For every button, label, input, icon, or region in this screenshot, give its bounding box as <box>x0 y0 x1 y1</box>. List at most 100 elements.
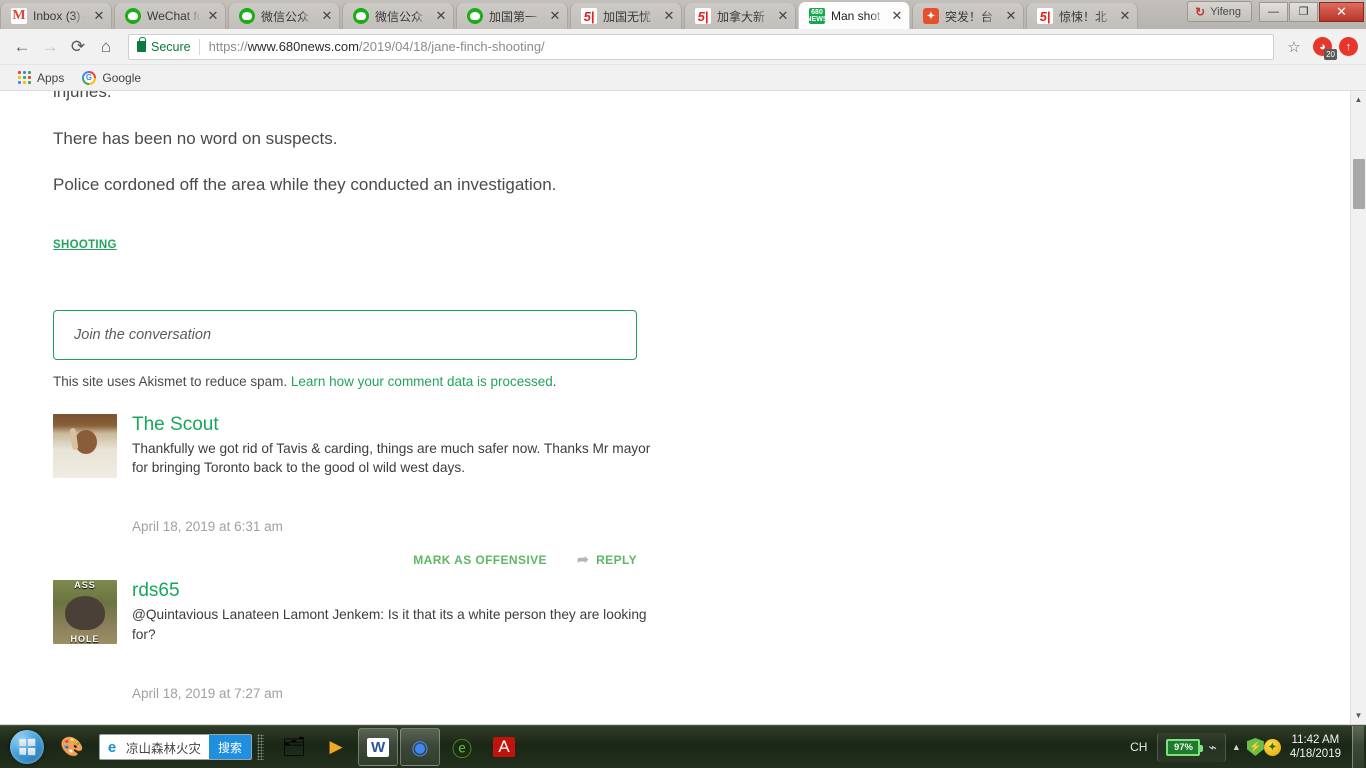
browser-tab-5[interactable]: 加国第一 ✕ <box>456 3 568 29</box>
comment-text: @Quintavious Lanateen Lamont Jenkem: Is … <box>132 607 647 642</box>
comment-body: rds65 @Quintavious Lanateen Lamont Jenke… <box>132 580 653 701</box>
extension-icon-2[interactable]: ↑ <box>1339 37 1358 56</box>
tray-circle-icon[interactable]: ✦ <box>1263 738 1281 756</box>
omnibox-divider <box>198 38 200 55</box>
browser-tab-3[interactable]: 微信公众 ✕ <box>228 3 340 29</box>
show-hidden-icons-button[interactable]: ▲ <box>1226 742 1247 752</box>
tab-close-icon[interactable]: ✕ <box>775 8 791 24</box>
browser-tab-10[interactable]: 5| 惊悚！北 ✕ <box>1026 3 1138 29</box>
acrobat-icon: A <box>493 737 515 757</box>
comment-text: Thankfully we got rid of Tavis & carding… <box>132 440 651 475</box>
article-paragraph-2: There has been no word on suspects. <box>53 128 338 148</box>
avatar <box>53 413 117 478</box>
taskbar-item-chrome[interactable]: ◉ <box>400 728 441 766</box>
taskbar-item-media-player[interactable]: ▶ <box>316 728 356 766</box>
article-paragraph-1: injuries. <box>53 91 112 101</box>
51-icon: 5| <box>581 8 597 24</box>
user-profile-chip[interactable]: ↻ Yifeng <box>1187 1 1252 22</box>
tab-close-icon[interactable]: ✕ <box>661 8 677 24</box>
security-shield-icon[interactable]: ⚡ <box>1246 738 1264 756</box>
tab-close-icon[interactable]: ✕ <box>1117 8 1133 24</box>
tab-close-icon[interactable]: ✕ <box>547 8 563 24</box>
browser-tab-2[interactable]: WeChat fo ✕ <box>114 3 226 29</box>
comment-author[interactable]: The Scout <box>132 414 653 436</box>
start-button[interactable] <box>3 727 51 767</box>
taskbar-item-word[interactable]: W <box>358 728 399 766</box>
ie-search-query: 凉山森林火灾 <box>126 741 202 756</box>
extension-icon-1[interactable]: ◕ 20 <box>1313 37 1337 60</box>
taskbar-item-sound-mixer[interactable]: 🎨 <box>52 728 92 766</box>
reload-button[interactable]: ⟳ <box>64 33 92 61</box>
taskbar-item-file-explorer[interactable]: 🗂 <box>274 728 314 766</box>
minimize-button[interactable]: — <box>1259 1 1288 22</box>
bookmark-label: Apps <box>37 70 65 85</box>
browser-tab-7[interactable]: 5| 加拿大新 ✕ <box>684 3 796 29</box>
secure-label: Secure <box>151 39 191 54</box>
apps-grid-icon <box>18 71 31 84</box>
browser-tab-1[interactable]: M Inbox (3) - ✕ <box>0 3 112 29</box>
taskbar-item-acrobat[interactable]: A <box>484 728 524 766</box>
wechat-icon <box>467 8 483 24</box>
back-button[interactable]: ← <box>8 33 36 61</box>
taskbar-item-maxthon[interactable]: ⓔ <box>442 728 482 766</box>
url-scheme: https:// <box>208 39 248 54</box>
address-bar[interactable]: Secure https://www.680news.com/2019/04/1… <box>128 33 1274 60</box>
mark-as-offensive-link[interactable]: MARK AS OFFENSIVE <box>413 553 547 567</box>
toolbar-grip[interactable] <box>257 734 265 760</box>
browser-tab-6[interactable]: 5| 加国无忧 ✕ <box>570 3 682 29</box>
windows-taskbar: 🎨 e 凉山森林火灾 搜索 🗂 ▶ W ◉ ⓔ A CH 97% ⌁ ▲ ⚡ ✦… <box>0 725 1366 769</box>
ie-search-box[interactable]: e 凉山森林火灾 搜索 <box>99 734 253 760</box>
clock-time: 11:42 AM <box>1291 734 1340 746</box>
51-icon: 5| <box>1037 8 1053 24</box>
reply-link[interactable]: ➦ REPLY <box>577 551 637 568</box>
akismet-period: . <box>552 373 557 389</box>
tab-close-icon[interactable]: ✕ <box>433 8 449 24</box>
tab-title: WeChat fo <box>147 9 201 23</box>
browser-toolbar: ← → ⟳ ⌂ Secure https://www.680news.com/2… <box>0 29 1366 65</box>
browser-tab-9[interactable]: ✦ 突发！台 ✕ <box>912 3 1024 29</box>
tab-close-icon[interactable]: ✕ <box>205 8 221 24</box>
extension2-glyph: ↑ <box>1345 40 1352 53</box>
browser-tab-8-active[interactable]: 680NEWS Man shot ✕ <box>798 2 910 29</box>
tab-title: 加国无忧 <box>603 9 652 24</box>
tab-close-icon[interactable]: ✕ <box>889 8 905 24</box>
taskbar-clock[interactable]: 11:42 AM 4/18/2019 <box>1281 733 1350 761</box>
akismet-notice: This site uses Akismet to reduce spam. L… <box>53 374 1350 389</box>
article-paragraph-3: Police cordoned off the area while they … <box>53 175 557 194</box>
tab-close-icon[interactable]: ✕ <box>319 8 335 24</box>
chrome-icon: ◉ <box>411 736 429 759</box>
ie-search-button[interactable]: 搜索 <box>209 735 252 759</box>
forward-button[interactable]: → <box>36 33 64 61</box>
tab-title: 突发！台 <box>945 9 994 24</box>
scrollbar-thumb[interactable] <box>1353 159 1365 209</box>
tab-close-icon[interactable]: ✕ <box>1003 8 1019 24</box>
page-scrollbar[interactable]: ▲ ▼ <box>1350 91 1366 724</box>
bookmark-google[interactable]: Google <box>76 69 147 87</box>
bookmark-star-icon[interactable]: ☆ <box>1282 38 1306 56</box>
tab-title: Man shot <box>831 8 881 23</box>
tab-title: Inbox (3) - <box>33 9 87 23</box>
comment-input[interactable]: Join the conversation <box>53 309 637 360</box>
battery-icon[interactable]: 97% <box>1166 738 1204 756</box>
article-tag-shooting[interactable]: SHOOTING <box>53 239 117 251</box>
internet-explorer-icon: e <box>107 738 117 756</box>
close-window-button[interactable]: ✕ <box>1319 1 1364 22</box>
680news-icon: 680NEWS <box>809 7 825 24</box>
akismet-link[interactable]: Learn how your comment data is processed <box>291 374 553 389</box>
bookmark-apps[interactable]: Apps <box>12 69 70 87</box>
power-plug-icon[interactable]: ⌁ <box>1208 739 1216 756</box>
window-controls: ↻ Yifeng — ❐ ✕ <box>1187 1 1364 22</box>
tab-close-icon[interactable]: ✕ <box>91 8 107 24</box>
scroll-up-arrow-icon[interactable]: ▲ <box>1351 91 1366 108</box>
lock-icon <box>137 37 146 52</box>
language-indicator[interactable]: CH <box>1120 740 1157 754</box>
user-name-label: Yifeng <box>1210 5 1241 18</box>
browser-tab-4[interactable]: 微信公众 ✕ <box>342 3 454 29</box>
wechat-icon <box>125 8 141 24</box>
scroll-down-arrow-icon[interactable]: ▼ <box>1351 707 1366 724</box>
show-desktop-button[interactable] <box>1352 725 1364 769</box>
home-button[interactable]: ⌂ <box>92 33 120 61</box>
comment-date: April 18, 2019 at 6:31 am <box>132 519 283 535</box>
maximize-button[interactable]: ❐ <box>1289 1 1318 22</box>
comment-author[interactable]: rds65 <box>132 580 653 602</box>
